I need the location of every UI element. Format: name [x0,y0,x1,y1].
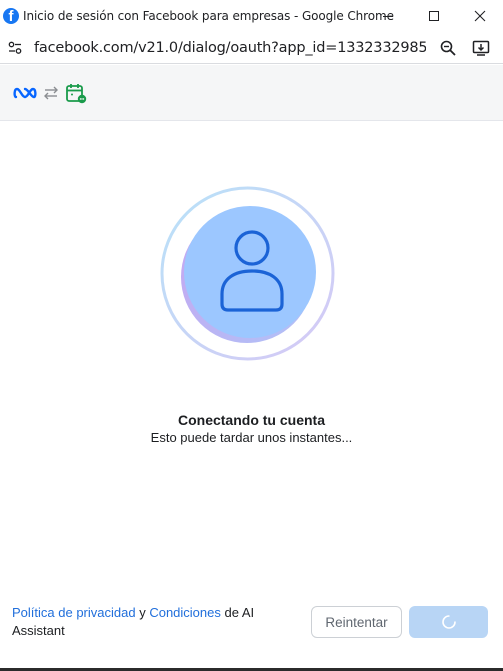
dialog-header [0,65,503,121]
window-titlebar[interactable]: f Inicio de sesión con Facebook para emp… [0,0,503,32]
retry-button[interactable]: Reintentar [311,606,402,638]
window-controls [365,0,503,32]
address-bar: facebook.com/v21.0/dialog/oauth?app_id=1… [0,32,503,64]
terms-link[interactable]: Condiciones [149,605,221,620]
close-button[interactable] [457,0,503,32]
status-title: Conectando tu cuenta [177,412,325,428]
calendar-chat-icon [65,82,87,104]
facebook-favicon-icon: f [3,8,19,24]
site-info-button[interactable] [2,35,28,61]
zoom-icon [440,40,456,56]
maximize-icon [429,11,439,21]
open-in-window-icon [472,40,490,56]
window-title: Inicio de sesión con Facebook para empre… [23,9,394,23]
continue-loading-button[interactable] [409,606,488,638]
minimize-button[interactable] [365,0,411,32]
user-avatar-icon [160,186,335,361]
minimize-icon [383,16,393,17]
open-in-browser-button[interactable] [468,35,494,61]
footer-legal-text: Política de privacidad y Condiciones de … [12,604,292,640]
account-avatar-illustration [160,186,335,361]
site-settings-icon [8,41,22,54]
maximize-button[interactable] [411,0,457,32]
close-icon [474,10,486,22]
zoom-button[interactable] [435,35,461,61]
swap-arrows-icon [43,86,59,100]
url-field[interactable]: facebook.com/v21.0/dialog/oauth?app_id=1… [34,40,426,56]
privacy-policy-link[interactable]: Política de privacidad [12,605,136,620]
loading-spinner-icon [441,615,456,629]
status-subtitle: Esto puede tardar unos instantes... [150,430,353,445]
footer-conjunction: y [139,605,146,620]
meta-logo-icon [13,86,37,100]
